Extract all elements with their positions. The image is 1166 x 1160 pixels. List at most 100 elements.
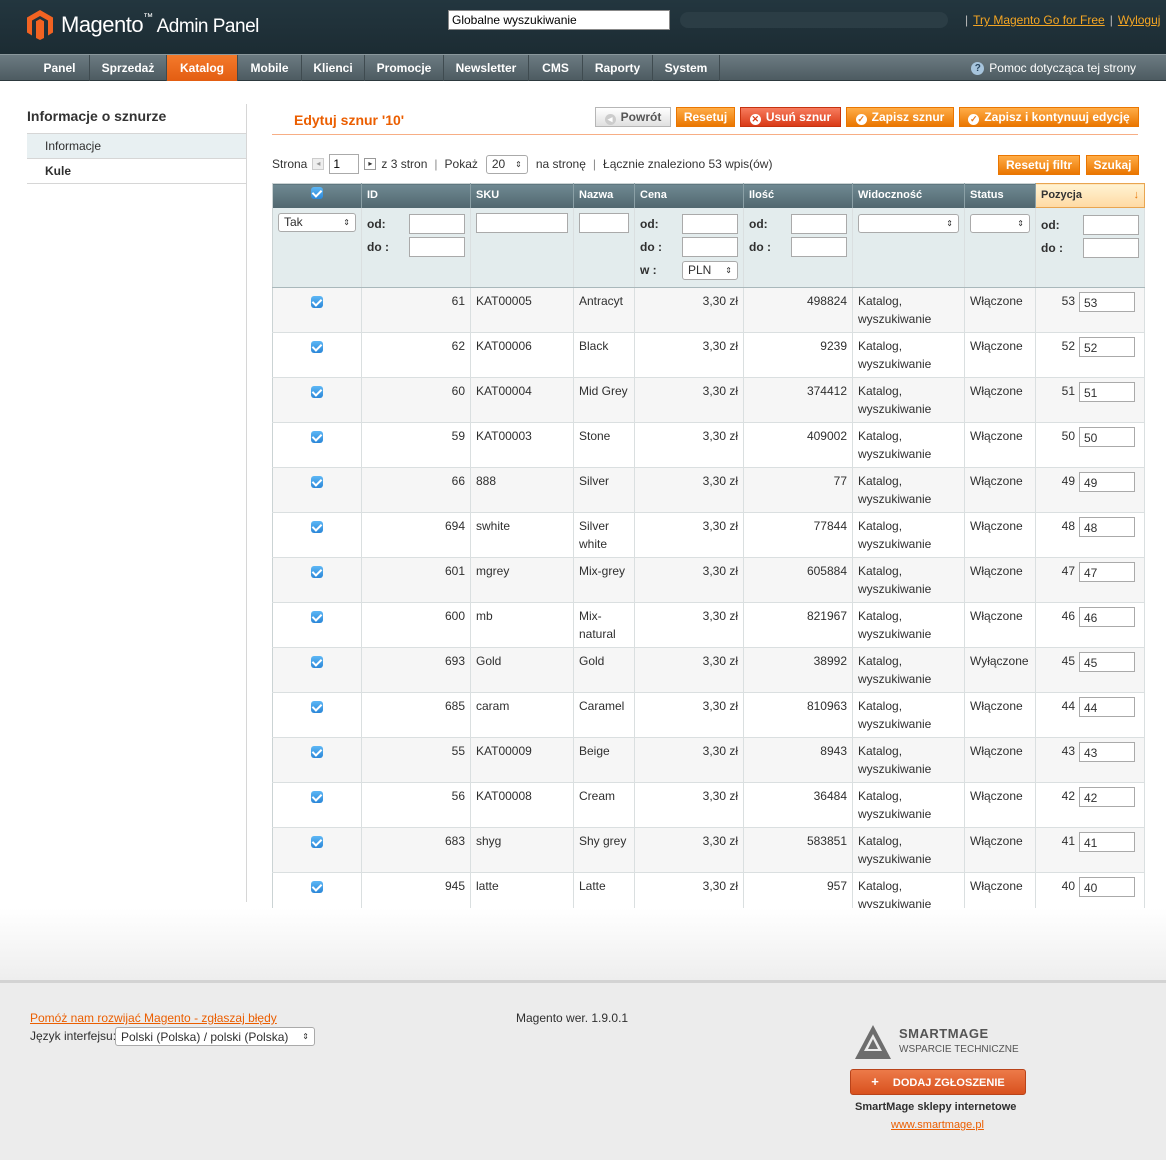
filter-pos-from-input[interactable]	[1083, 214, 1139, 235]
cell-status: Włączone	[964, 467, 1036, 513]
table-row[interactable]: 683 shyg Shy grey 3,30 zł 583851 Katalog, wys…	[272, 827, 1145, 873]
filter-currency-select[interactable]: PLN ⇕	[682, 260, 738, 280]
smartmage-link[interactable]: www.smartmage.pl	[891, 1119, 984, 1131]
table-row[interactable]: 59 KAT00003 Stone 3,30 zł 409002 Katalog, wys…	[272, 422, 1145, 468]
logout-link[interactable]: Wyloguj	[1118, 13, 1161, 27]
sidebar-item-informacje[interactable]: Informacje	[27, 134, 246, 159]
row-checkbox[interactable]	[311, 295, 323, 308]
plus-icon: +	[871, 1074, 879, 1089]
reset-filter-button[interactable]: Resetuj filtr	[998, 155, 1080, 175]
header-position[interactable]: Pozycja ↓	[1035, 183, 1145, 208]
position-input[interactable]: 42	[1079, 786, 1135, 807]
row-checkbox[interactable]	[311, 385, 323, 398]
row-checkbox[interactable]	[311, 475, 323, 488]
nav-katalog[interactable]: Katalog	[167, 55, 238, 81]
row-checkbox[interactable]	[311, 520, 323, 533]
header-price[interactable]: Cena	[634, 183, 744, 208]
try-magento-go-link[interactable]: Try Magento Go for Free	[973, 13, 1105, 27]
row-checkbox[interactable]	[311, 655, 323, 668]
table-row[interactable]: 66 888 Silver 3,30 zł 77 Katalog, wyszukiwani…	[272, 467, 1145, 513]
header-qty[interactable]: Ilość	[743, 183, 853, 208]
filter-id-to-input[interactable]	[409, 237, 465, 257]
header-id[interactable]: ID	[361, 183, 471, 208]
position-input[interactable]: 45	[1079, 651, 1135, 672]
help-link[interactable]: ? Pomoc dotycząca tej strony	[971, 55, 1136, 81]
table-row[interactable]: 693 Gold Gold 3,30 zł 38992 Katalog, wyszukiw…	[272, 647, 1145, 693]
add-ticket-button[interactable]: + DODAJ ZGŁOSZENIE	[850, 1069, 1026, 1095]
filter-visibility-select[interactable]: ⇕	[858, 214, 959, 233]
position-input[interactable]: 51	[1079, 381, 1135, 402]
row-checkbox[interactable]	[311, 835, 323, 848]
header-name[interactable]: Nazwa	[573, 183, 635, 208]
select-all-checkbox[interactable]	[311, 187, 323, 199]
table-row[interactable]: 62 KAT00006 Black 3,30 zł 9239 Katalog, wyszu…	[272, 332, 1145, 378]
table-row[interactable]: 601 mgrey Mix-grey 3,30 zł 605884 Katalog, wy…	[272, 557, 1145, 603]
filter-qty-from-input[interactable]	[791, 214, 847, 234]
filter-id-from-input[interactable]	[409, 214, 465, 234]
row-checkbox[interactable]	[311, 610, 323, 623]
lang-select[interactable]: Polski (Polska) / polski (Polska) ⇕	[115, 1027, 315, 1046]
next-page-icon[interactable]: ▸	[364, 158, 377, 170]
nav-cms[interactable]: CMS	[529, 55, 583, 81]
nav-raporty[interactable]: Raporty	[583, 55, 653, 81]
position-input[interactable]: 46	[1079, 606, 1135, 627]
nav-system[interactable]: System	[653, 55, 720, 81]
sidebar-item-kule[interactable]: Kule	[27, 159, 246, 184]
table-row[interactable]: 56 KAT00008 Cream 3,30 zł 36484 Katalog, wysz…	[272, 782, 1145, 828]
filter-qty-to-input[interactable]	[791, 237, 847, 257]
position-input[interactable]: 40	[1079, 876, 1135, 897]
header-visibility[interactable]: Widoczność	[852, 183, 965, 208]
position-input[interactable]: 41	[1079, 831, 1135, 852]
filter-in-sznur-select[interactable]: Tak ⇕	[278, 212, 356, 232]
table-row[interactable]: 61 KAT00005 Antracyt 3,30 zł 498824 Katalog, …	[272, 287, 1145, 333]
table-row[interactable]: 685 caram Caramel 3,30 zł 810963 Katalog, wys…	[272, 692, 1145, 738]
report-bugs-link[interactable]: Pomóż nam rozwijać Magento - zgłaszaj bł…	[30, 1011, 277, 1025]
position-input[interactable]: 50	[1079, 426, 1135, 447]
nav-sprzedaz[interactable]: Sprzedaż	[90, 55, 167, 81]
filter-sku-input[interactable]	[476, 212, 568, 233]
save-button[interactable]: ✓ Zapisz sznur	[846, 107, 954, 127]
position-input[interactable]: 53	[1079, 291, 1135, 312]
header-select-all[interactable]	[272, 183, 362, 208]
row-checkbox[interactable]	[311, 745, 323, 758]
header-sku[interactable]: SKU	[470, 183, 574, 208]
row-checkbox[interactable]	[311, 880, 323, 893]
delete-button[interactable]: ✕ Usuń sznur	[740, 107, 841, 127]
nav-newsletter[interactable]: Newsletter	[444, 55, 529, 81]
nav-panel[interactable]: Panel	[30, 55, 90, 81]
reset-button[interactable]: Resetuj	[676, 107, 735, 127]
filter-price-to-input[interactable]	[682, 237, 738, 257]
filter-status-select[interactable]: ⇕	[970, 214, 1030, 233]
row-checkbox[interactable]	[311, 565, 323, 578]
header-status[interactable]: Status	[964, 183, 1036, 208]
magento-logo[interactable]: Magento™ Admin Panel	[27, 10, 259, 40]
filter-name-input[interactable]	[579, 212, 629, 233]
row-checkbox[interactable]	[311, 340, 323, 353]
position-input[interactable]: 48	[1079, 516, 1135, 537]
filter-price-from-input[interactable]	[682, 214, 738, 234]
help-label: Pomoc dotycząca tej strony	[989, 61, 1136, 75]
position-input[interactable]: 43	[1079, 741, 1135, 762]
prev-page-icon[interactable]: ◂	[312, 158, 325, 170]
back-button[interactable]: ◂ Powrót	[595, 107, 671, 127]
filter-pos-to-input[interactable]	[1083, 237, 1139, 258]
table-row[interactable]: 60 KAT00004 Mid Grey 3,30 zł 374412 Katalog, …	[272, 377, 1145, 423]
row-checkbox[interactable]	[311, 700, 323, 713]
row-checkbox[interactable]	[311, 430, 323, 443]
position-input[interactable]: 47	[1079, 561, 1135, 582]
table-row[interactable]: 600 mb Mix-natural 3,30 zł 821967 Katalog, wy…	[272, 602, 1145, 648]
page-input[interactable]	[329, 154, 360, 174]
row-checkbox[interactable]	[311, 790, 323, 803]
position-input[interactable]: 49	[1079, 471, 1135, 492]
position-input[interactable]: 52	[1079, 336, 1135, 357]
position-input[interactable]: 44	[1079, 696, 1135, 717]
per-page-select[interactable]: 20 ⇕	[485, 154, 528, 174]
table-row[interactable]: 55 KAT00009 Beige 3,30 zł 8943 Katalog, wyszu…	[272, 737, 1145, 783]
nav-mobile[interactable]: Mobile	[238, 55, 302, 81]
search-button[interactable]: Szukaj	[1086, 155, 1139, 175]
table-row[interactable]: 694 swhite Silver white 3,30 zł 77844 Katalog…	[272, 512, 1145, 558]
global-search-input[interactable]: Globalne wyszukiwanie	[448, 10, 670, 30]
save-continue-button[interactable]: ✓ Zapisz i kontynuuj edycję	[959, 107, 1139, 127]
nav-klienci[interactable]: Klienci	[302, 55, 365, 81]
nav-promocje[interactable]: Promocje	[365, 55, 444, 81]
